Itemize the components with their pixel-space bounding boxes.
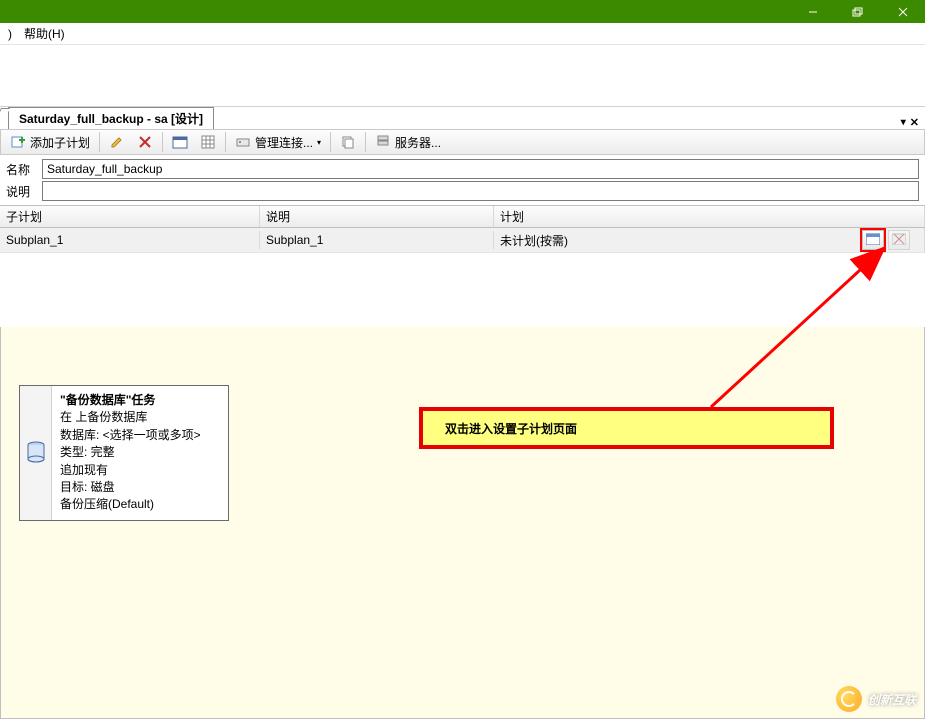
design-canvas[interactable]: "备份数据库"任务 在 上备份数据库 数据库: <选择一项或多项> 类型: 完整… [0,327,925,719]
manage-connections-label: 管理连接... [255,134,313,151]
subplan-grid: 子计划 说明 计划 Subplan_1 Subplan_1 未计划(按需) [0,205,925,327]
pencil-icon [109,134,125,150]
document-tab[interactable]: Saturday_full_backup - sa [设计] [8,107,214,129]
menu-paren: ) [2,25,18,43]
servers-button[interactable]: 服务器... [370,131,446,153]
task-line: 类型: 完整 [60,444,201,461]
document-tab-title: Saturday_full_backup - sa [设计] [19,112,203,126]
watermark: 创新互联 [836,686,916,712]
window-titlebar [0,0,925,23]
manage-connections-button[interactable]: 管理连接... ▾ [230,131,326,153]
delete-icon [137,134,153,150]
backup-database-task[interactable]: "备份数据库"任务 在 上备份数据库 数据库: <选择一项或多项> 类型: 完整… [19,385,229,521]
cell-plan: 未计划(按需) [494,228,925,252]
plan-form: 名称 说明 [0,155,925,205]
watermark-logo-icon [836,686,862,712]
desc-label: 说明 [6,183,42,200]
task-line: 追加现有 [60,462,201,479]
schedule-remove-button[interactable] [888,230,910,250]
grid-icon [200,134,216,150]
document-tab-row: Saturday_full_backup - sa [设计] ▾ ✕ [0,107,925,129]
menu-bar: ) 帮助(H) [0,23,925,45]
tab-dropdown-icon[interactable]: ▾ [901,117,906,128]
desc-input[interactable] [42,181,919,201]
task-line: 数据库: <选择一项或多项> [60,427,201,444]
connection-icon [235,134,251,150]
server-icon [375,134,391,150]
subplan-row[interactable]: Subplan_1 Subplan_1 未计划(按需) [0,228,925,253]
col-header-desc[interactable]: 说明 [260,206,494,227]
tab-close-icon[interactable]: ✕ [910,116,919,129]
minimize-button[interactable] [790,0,835,23]
add-subplan-label: 添加子计划 [30,134,90,151]
task-line: 在 上备份数据库 [60,409,201,426]
chevron-down-icon: ▾ [317,138,321,147]
copy-icon [340,134,356,150]
designer-toolbar: 添加子计划 管理连接... ▾ 服务器... [0,129,925,155]
grid-empty-area [0,253,925,327]
cell-subplan: Subplan_1 [0,231,260,249]
close-button[interactable] [880,0,925,23]
name-input[interactable] [42,159,919,179]
delete-button[interactable] [132,131,158,153]
task-line: 备份压缩(Default) [60,496,201,513]
annotation-text: 双击进入设置子计划页面 [445,420,577,437]
maximize-button[interactable] [835,0,880,23]
name-label: 名称 [6,161,42,178]
annotation-callout: 双击进入设置子计划页面 [419,407,834,449]
task-icon [20,386,52,520]
servers-label: 服务器... [395,134,441,151]
task-line: 目标: 磁盘 [60,479,201,496]
menu-help[interactable]: 帮助(H) [18,23,71,44]
cell-desc: Subplan_1 [260,231,494,249]
grid-button[interactable] [195,131,221,153]
cell-plan-text: 未计划(按需) [500,232,568,249]
col-header-plan[interactable]: 计划 [494,206,925,227]
watermark-text: 创新互联 [868,691,916,708]
calendar-icon [172,134,188,150]
calendar-icon [866,232,880,248]
calendar-off-icon [892,232,906,248]
calendar-button[interactable] [167,131,193,153]
ribbon-blank-area [0,45,925,107]
task-title: "备份数据库"任务 [60,392,201,409]
edit-button[interactable] [104,131,130,153]
schedule-calendar-button[interactable] [862,230,884,250]
add-subplan-button[interactable]: 添加子计划 [5,131,95,153]
add-subplan-icon [10,134,26,150]
col-header-subplan[interactable]: 子计划 [0,206,260,227]
copy-button[interactable] [335,131,361,153]
